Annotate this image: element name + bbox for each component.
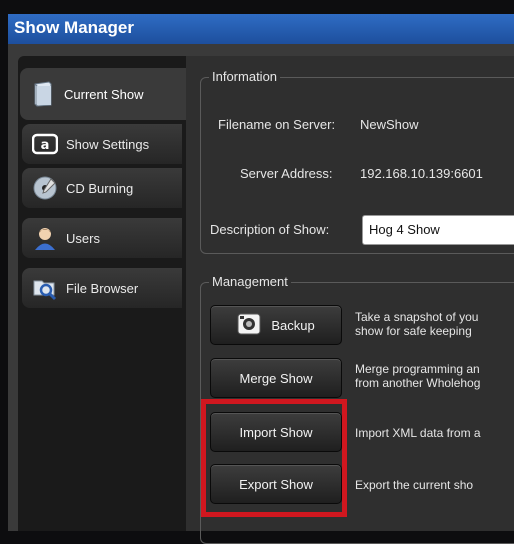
button-label: Merge Show xyxy=(239,370,313,386)
tab-cd-burning[interactable]: CD Burning xyxy=(22,168,182,208)
book-icon xyxy=(30,81,56,107)
tab-file-browser[interactable]: File Browser xyxy=(22,268,182,308)
filename-value: NewShow xyxy=(360,117,419,132)
description-line: Take a snapshot of you xyxy=(355,310,479,324)
server-address-value: 192.168.10.139:6601 xyxy=(360,166,483,181)
tab-label: Users xyxy=(66,230,100,246)
tab-label: File Browser xyxy=(66,280,139,296)
highlight-box xyxy=(201,399,347,517)
tab-show-settings[interactable]: a Show Settings xyxy=(22,124,182,164)
user-icon xyxy=(32,225,58,251)
tab-users[interactable]: Users xyxy=(22,218,182,258)
import-show-description: Import XML data from a xyxy=(355,426,481,440)
server-address-label: Server Address: xyxy=(240,166,333,181)
merge-show-button[interactable]: Merge Show xyxy=(210,358,342,398)
backup-description: Take a snapshot of you show for safe kee… xyxy=(355,310,478,338)
tab-current-show[interactable]: Current Show xyxy=(20,68,190,120)
description-line: from another Wholehog xyxy=(355,376,481,390)
export-show-description: Export the current sho xyxy=(355,478,474,492)
window-title: Show Manager xyxy=(14,18,134,37)
description-line: Merge programming an xyxy=(355,362,480,376)
svg-text:a: a xyxy=(41,138,50,153)
filename-label: Filename on Server: xyxy=(218,117,336,132)
window-title-bar: Show Manager xyxy=(8,14,514,45)
group-title: Information xyxy=(209,69,281,84)
description-field[interactable]: Hog 4 Show xyxy=(362,215,514,245)
merge-show-description: Merge programming an from another Wholeh… xyxy=(355,362,480,390)
tab-label: CD Burning xyxy=(66,180,134,196)
tab-label: Current Show xyxy=(64,86,144,102)
description-line: show for safe keeping xyxy=(355,324,472,338)
backup-icon xyxy=(237,313,261,338)
folder-search-icon xyxy=(32,275,58,301)
cd-icon xyxy=(32,175,58,201)
backup-button[interactable]: Backup xyxy=(210,305,342,345)
group-title: Management xyxy=(209,274,291,289)
settings-logo-icon: a xyxy=(32,131,58,157)
button-label: Backup xyxy=(271,317,315,333)
description-label: Description of Show: xyxy=(210,222,330,237)
tab-label: Show Settings xyxy=(66,136,150,152)
